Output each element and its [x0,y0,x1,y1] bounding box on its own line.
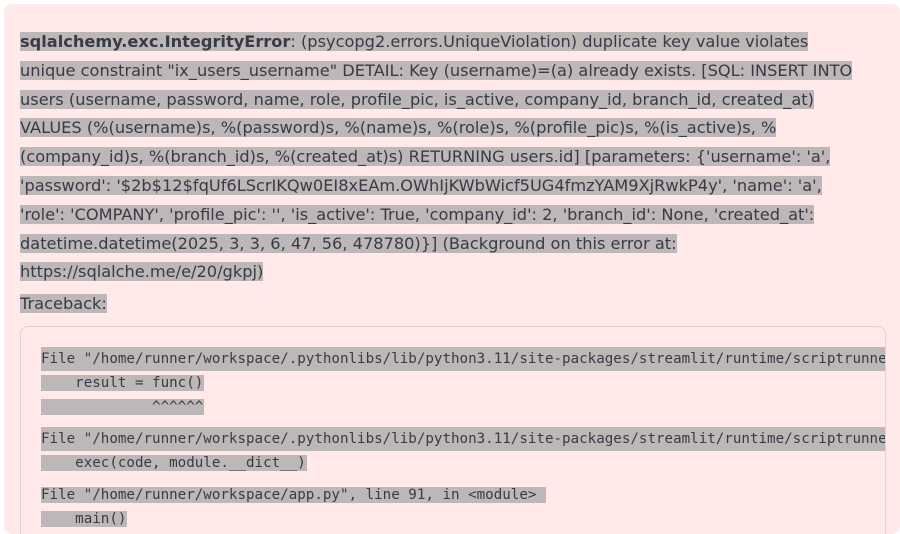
traceback-label: Traceback: [20,294,107,313]
frame-error-marker: ^^^^^^ [41,399,205,415]
traceback-code-block[interactable]: File "/home/runner/workspace/.pythonlibs… [20,326,886,534]
error-alert: sqlalchemy.exc.IntegrityError: (psycopg2… [4,4,900,534]
traceback-frame: File "/home/runner/workspace/.pythonlibs… [41,347,885,419]
traceback-frames: File "/home/runner/workspace/.pythonlibs… [41,347,885,534]
error-detail: : (psycopg2.errors.UniqueViolation) dupl… [20,32,853,282]
frame-code-line: main() [41,511,128,527]
error-message: sqlalchemy.exc.IntegrityError: (psycopg2… [20,28,855,287]
frame-file-line: File "/home/runner/workspace/app.py", li… [41,487,546,503]
frame-code-line: result = func() [41,375,205,391]
traceback-frame: File "/home/runner/workspace/app.py", li… [41,483,885,531]
error-type: sqlalchemy.exc.IntegrityError [20,32,291,51]
frame-file-line: File "/home/runner/workspace/.pythonlibs… [41,427,885,451]
frame-code-line: exec(code, module.__dict__) [41,455,307,471]
frame-file-line: File "/home/runner/workspace/.pythonlibs… [41,347,885,371]
traceback-frame: File "/home/runner/workspace/.pythonlibs… [41,427,885,475]
